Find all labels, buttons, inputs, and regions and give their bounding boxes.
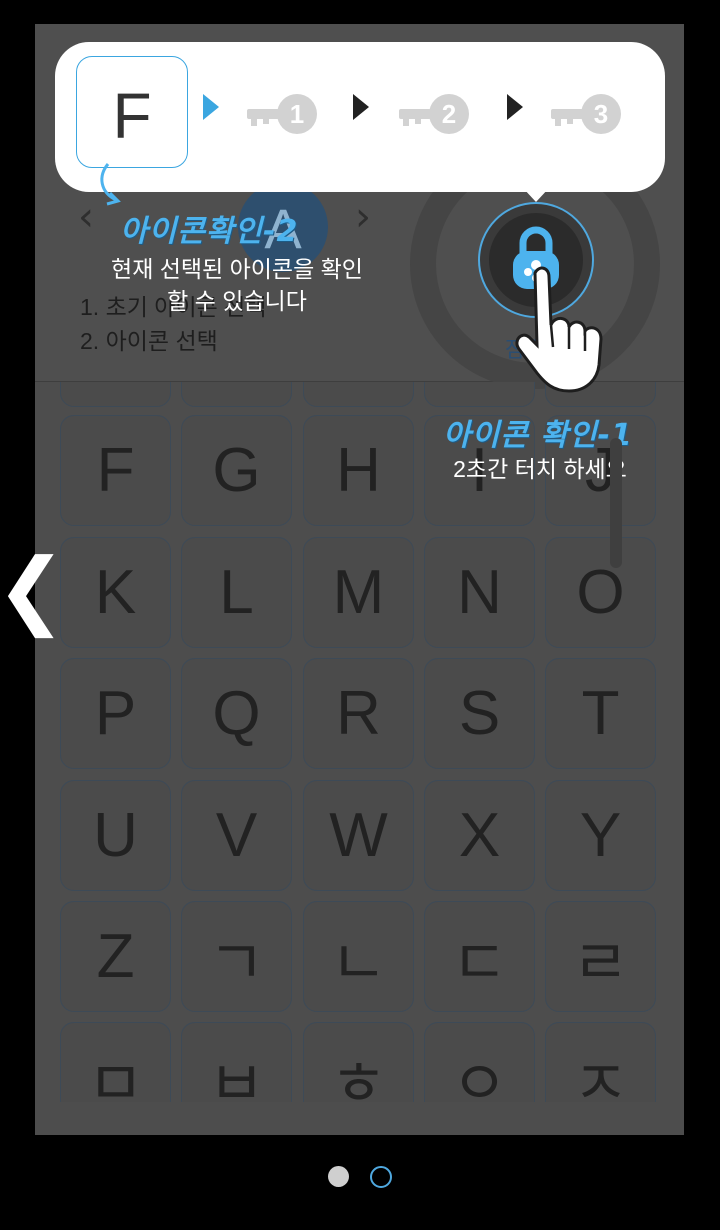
key-button[interactable]: F [60, 415, 171, 526]
key-button[interactable]: G [181, 415, 292, 526]
key-button[interactable]: O [545, 537, 656, 648]
key-1-icon: 1 [247, 94, 317, 134]
key-button[interactable]: ㄱ [181, 901, 292, 1012]
key-2-number: 2 [442, 99, 456, 129]
step-2: 2. 아이콘 선택 [80, 328, 218, 354]
key-button[interactable]: U [60, 780, 171, 891]
key-button[interactable]: V [181, 780, 292, 891]
icon-check-2-title: 아이콘확인-2 [120, 214, 299, 249]
key-button[interactable]: X [424, 780, 535, 891]
icon-check-2-text: 현재 선택된 아이콘을 확인할 수 있습니다 [111, 256, 363, 314]
key-button[interactable]: ㅎ [303, 1022, 414, 1102]
key-button[interactable]: A [60, 382, 171, 407]
icon-keyboard: ABCDEFGHIJKLMNOPQRSTUVWXYZㄱㄴㄷㄹㅁㅂㅎㅇㅈ [35, 382, 684, 1102]
key-button[interactable]: M [303, 537, 414, 648]
key-button[interactable]: Y [545, 780, 656, 891]
next-icon-arrow[interactable]: › [355, 194, 371, 240]
key-3-icon: 3 [551, 94, 621, 134]
arrow-right-icon [203, 94, 219, 120]
curved-arrow-icon [100, 163, 121, 206]
key-button[interactable]: W [303, 780, 414, 891]
key-button[interactable]: Z [60, 901, 171, 1012]
page-dot-next[interactable] [370, 1166, 392, 1188]
key-button[interactable]: ㅇ [424, 1022, 535, 1102]
key-button[interactable]: Q [181, 658, 292, 769]
key-button[interactable]: ㅂ [181, 1022, 292, 1102]
current-icon-box: F [76, 56, 188, 168]
key-button[interactable]: B [181, 382, 292, 407]
key-button[interactable]: R [303, 658, 414, 769]
key-button[interactable]: N [424, 537, 535, 648]
arrow-right-icon [507, 94, 523, 120]
key-button[interactable]: ㄴ [303, 901, 414, 1012]
key-button[interactable]: ㄷ [424, 901, 535, 1012]
key-button[interactable]: ㄹ [545, 901, 656, 1012]
page-dot-current[interactable] [328, 1166, 349, 1187]
arrow-right-icon [353, 94, 369, 120]
scrollbar-thumb[interactable] [610, 438, 622, 568]
popup-tail [523, 188, 549, 202]
previous-page-chevron-icon[interactable]: ❮ [0, 540, 66, 638]
sequence-popup: F 1 2 3 [55, 42, 665, 192]
key-button[interactable]: P [60, 658, 171, 769]
key-button[interactable]: S [424, 658, 535, 769]
key-2-icon: 2 [399, 94, 469, 134]
current-icon-letter: F [112, 80, 152, 152]
key-button[interactable]: ㅁ [60, 1022, 171, 1102]
key-button[interactable]: L [181, 537, 292, 648]
touch-hand-icon [515, 266, 603, 393]
key-button[interactable]: C [303, 382, 414, 407]
key-3-number: 3 [594, 99, 608, 129]
icon-check-1-title: 아이콘 확인-1 [443, 418, 633, 453]
key-button[interactable]: K [60, 537, 171, 648]
key-1-number: 1 [290, 99, 304, 129]
key-button[interactable]: H [303, 415, 414, 526]
key-button[interactable]: T [545, 658, 656, 769]
key-button[interactable]: ㅈ [545, 1022, 656, 1102]
